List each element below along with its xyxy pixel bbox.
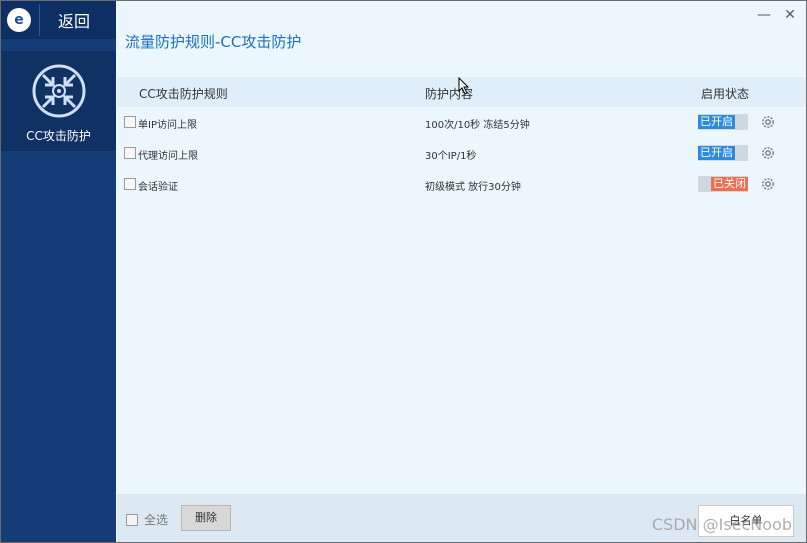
rule-content: 100次/10秒 冻结5分钟 [425,120,530,131]
sidebar: e 返回 CC攻击防护 [1,1,116,542]
mouse-cursor-icon [458,77,470,95]
minimize-button[interactable]: — [756,7,772,23]
sidebar-item-cc-protection[interactable]: CC攻击防护 [1,51,116,151]
rule-name: 单IP访问上限 [138,120,197,131]
column-header-status: 启用状态 [701,87,750,101]
app-logo-icon: e [7,8,31,32]
watermark: CSDN @IsecNoob [651,515,792,534]
back-button[interactable]: 返回 [39,4,100,36]
column-header-rule: CC攻击防护规则 [139,87,228,101]
delete-button[interactable]: 删除 [181,505,231,531]
gear-icon[interactable] [760,176,776,192]
status-label: 已开启 [698,115,735,129]
rule-content: 30个IP/1秒 [425,151,477,162]
table-row: 单IP访问上限 100次/10秒 冻结5分钟 已开启 [117,107,806,137]
rule-name: 会话验证 [138,182,178,193]
table-row: 代理访问上限 30个IP/1秒 已开启 [117,138,806,168]
status-toggle[interactable]: 已开启 [698,145,748,161]
shield-arrows-icon [32,64,85,118]
page-title: 流量防护规则-CC攻击防护 [125,33,302,51]
status-label: 已开启 [698,146,735,160]
app-window: e 返回 CC攻击防护 — ✕ 流量防护规则-CC攻击防护 CC攻击防护规则 防… [0,0,807,543]
status-label: 已关闭 [711,177,748,191]
select-all-label: 全选 [144,513,169,527]
table-row: 会话验证 初级模式 放行30分钟 已关闭 [117,169,806,199]
close-button[interactable]: ✕ [782,7,798,23]
window-controls: — ✕ [756,7,798,23]
status-toggle[interactable]: 已开启 [698,114,748,130]
row-checkbox[interactable] [124,147,136,159]
status-toggle[interactable]: 已关闭 [698,176,748,192]
gear-icon[interactable] [760,114,776,130]
rule-name: 代理访问上限 [138,151,198,162]
select-all-checkbox[interactable]: 全选 [126,511,168,528]
main-panel: — ✕ 流量防护规则-CC攻击防护 CC攻击防护规则 防护内容 启用状态 单IP… [117,1,806,542]
row-checkbox[interactable] [124,178,136,190]
gear-icon[interactable] [760,145,776,161]
sidebar-item-label: CC攻击防护 [26,129,91,143]
row-checkbox[interactable] [124,116,136,128]
checkbox-box [126,513,138,526]
back-bar: e 返回 [1,1,116,39]
rule-content: 初级模式 放行30分钟 [425,182,521,193]
